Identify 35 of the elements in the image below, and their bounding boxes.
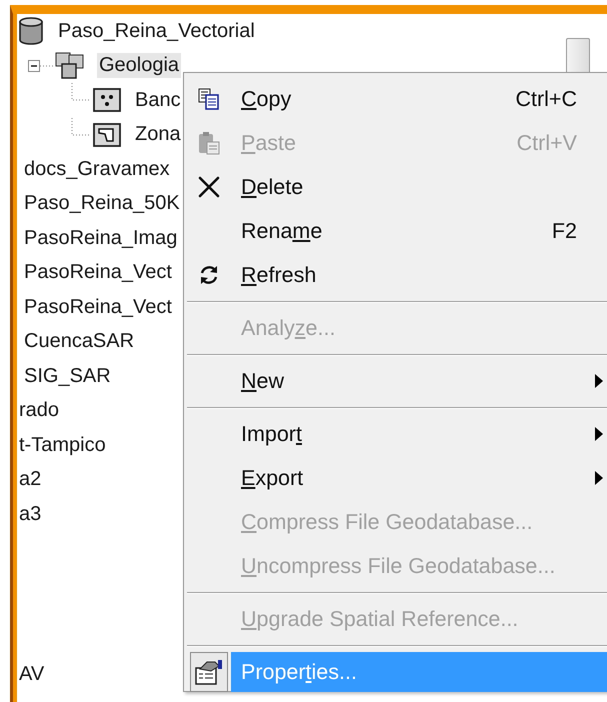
tree-item[interactable]: PasoReina_Imag (22, 226, 180, 251)
menu-item[interactable]: Copy Ctrl+C (231, 79, 607, 119)
tree-item[interactable]: SIG_SAR (22, 364, 113, 389)
menu-item[interactable]: New (231, 361, 607, 401)
tree-item[interactable]: Geologia (97, 53, 182, 78)
menu-item[interactable]: Delete (231, 167, 607, 207)
dataset-icon (55, 52, 85, 80)
database-icon (18, 17, 44, 46)
tree-item[interactable]: Banc (133, 88, 183, 113)
properties-icon (195, 659, 223, 685)
point-layer-icon (93, 88, 121, 112)
tree-item[interactable]: Zona (133, 122, 183, 148)
tree-item[interactable]: CuencaSAR (22, 329, 136, 354)
tree-item[interactable]: rado (17, 398, 62, 424)
tree-line (71, 118, 90, 136)
tree-item[interactable]: docs_Gravamex (22, 156, 172, 182)
polygon-layer-icon (93, 122, 121, 147)
tree-item[interactable]: PasoReina_Vect (22, 260, 174, 286)
delete-icon (198, 176, 220, 198)
tree-item[interactable]: PasoReina_Vect (22, 294, 174, 320)
paste-icon (198, 131, 220, 155)
collapse-icon[interactable] (28, 60, 40, 72)
tree-item[interactable]: t-Tampico (17, 432, 108, 458)
tree-item[interactable]: Paso_Reina_Vectorial (56, 18, 257, 44)
tree-item[interactable]: a3 (17, 502, 44, 527)
tree-line (71, 83, 90, 101)
menu-item[interactable]: Import (231, 414, 607, 454)
tree-item[interactable]: a2 (17, 467, 44, 492)
menu-item[interactable]: Export (231, 458, 607, 498)
tree-item[interactable]: Paso_Reina_50K (22, 191, 182, 216)
copy-icon (198, 88, 220, 110)
menu-item[interactable]: Rename F2 (231, 211, 607, 251)
refresh-icon (198, 264, 220, 286)
menu-item[interactable]: Refresh (231, 255, 607, 295)
tree-item[interactable]: AV (17, 662, 46, 688)
